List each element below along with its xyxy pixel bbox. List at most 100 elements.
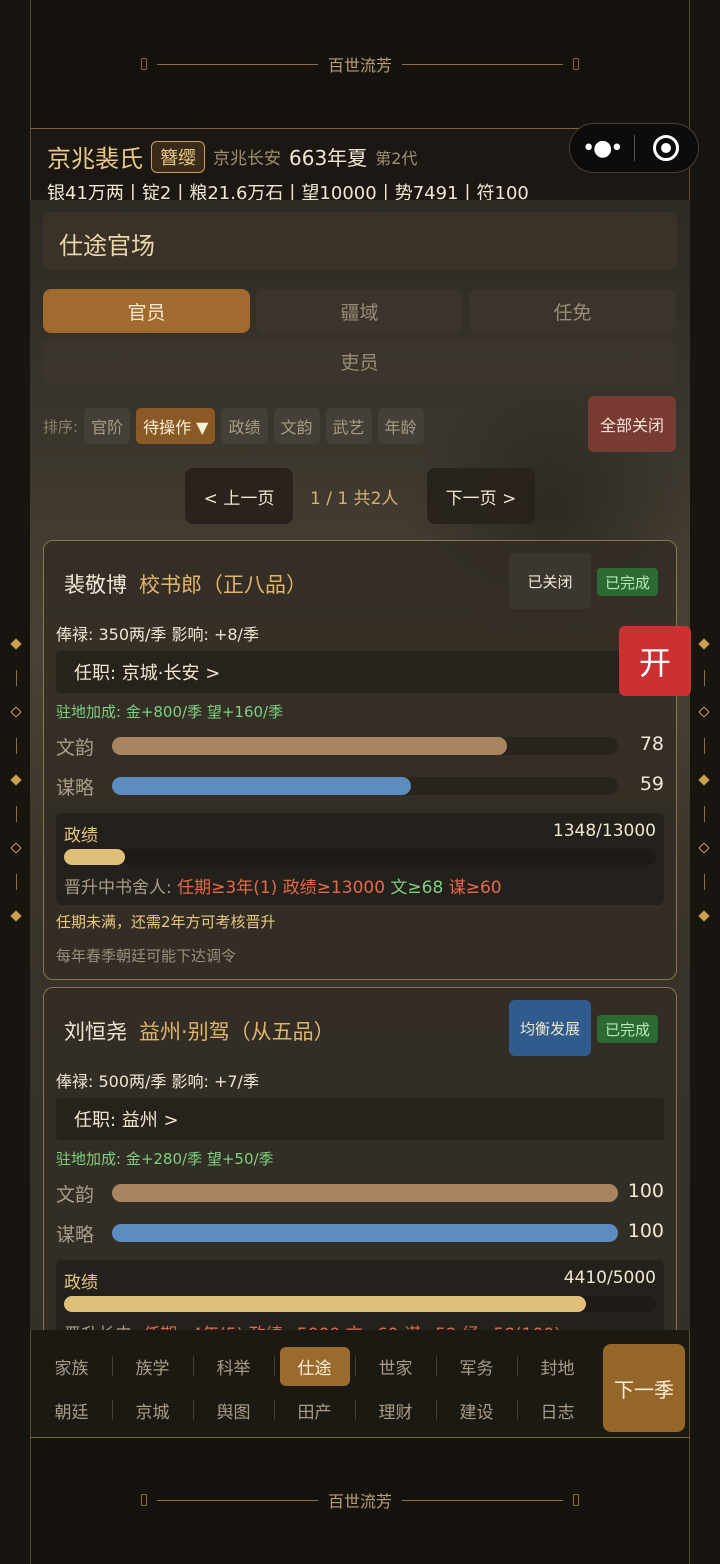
posting-link[interactable]: 任职: 京城·长安 > [56, 651, 664, 693]
banner-cap-icon [573, 1494, 580, 1506]
attr-value-literary: 100 [627, 1180, 664, 1202]
performance-fill [64, 1296, 587, 1312]
sort-label: 排序: [43, 417, 79, 436]
sort-martial[interactable]: 武艺 [325, 408, 372, 444]
more-icon[interactable]: •●• [570, 136, 634, 161]
generation-label: 第2代 [375, 148, 418, 168]
nav-families[interactable]: 世家 [355, 1344, 436, 1388]
nav-court[interactable]: 朝廷 [31, 1388, 112, 1432]
sort-bar: 排序: 官阶 待操作 ▼ 政绩 文韵 武艺 年龄 [43, 408, 424, 444]
attr-fill [112, 737, 507, 755]
attr-label-literary: 文韵 [56, 1184, 95, 1206]
miniprogram-capsule: •●• [569, 123, 699, 173]
status-toggle-button[interactable]: 已关闭 [509, 553, 591, 609]
official-card: 刘恒尧 益州·别驾（从五品） 均衡发展 已完成 俸禄: 500两/季 影响: +7… [43, 987, 677, 1330]
sort-pending[interactable]: 待操作 ▼ [136, 408, 216, 444]
main-content: 仕途官场 官员 疆域 任免 吏员 排序: 官阶 待操作 ▼ 政绩 文韵 武艺 年… [30, 200, 690, 1330]
nav-estate[interactable]: 田产 [274, 1388, 355, 1432]
banner-title: 百世流芳 [328, 1492, 393, 1511]
prev-page-button[interactable]: < 上一页 [185, 468, 293, 524]
location-label: 京兆长安 [213, 149, 281, 169]
nav-school[interactable]: 族学 [112, 1344, 193, 1388]
salary-influence: 俸禄: 500两/季 影响: +7/季 [56, 1072, 259, 1091]
done-badge: 已完成 [597, 1015, 659, 1043]
attr-fill [112, 1184, 618, 1202]
attr-fill [112, 777, 411, 795]
section-title: 仕途官场 [43, 212, 677, 270]
rank-badge: 簪缨 [151, 140, 205, 173]
sort-rank[interactable]: 官阶 [84, 408, 131, 444]
performance-label: 政绩 [64, 1273, 98, 1293]
nav-finance[interactable]: 理财 [355, 1388, 436, 1432]
attr-bar-strategy [112, 777, 618, 795]
promotion-requirement: 任期≥3年(1) [177, 878, 283, 898]
attr-label-literary: 文韵 [56, 737, 95, 759]
done-badge: 已完成 [597, 568, 659, 596]
nav-fief[interactable]: 封地 [517, 1344, 598, 1388]
clan-name: 京兆裴氏 [47, 145, 143, 173]
side-ornament-left [10, 638, 22, 922]
tab-territory[interactable]: 疆域 [256, 289, 463, 333]
attr-fill [112, 1224, 618, 1242]
performance-bar [64, 1296, 656, 1312]
status-toggle-button[interactable]: 均衡发展 [509, 1000, 591, 1056]
attr-label-strategy: 谋略 [56, 1224, 95, 1246]
open-button[interactable]: 开 [619, 626, 691, 696]
attr-label-strategy: 谋略 [56, 777, 95, 799]
promotion-requirement: 谋≥60 [448, 878, 502, 898]
attr-value-literary: 78 [639, 733, 664, 755]
performance-value: 4410/5000 [563, 1268, 656, 1288]
salary-influence: 俸禄: 350两/季 影响: +8/季 [56, 625, 259, 644]
attr-value-strategy: 59 [639, 773, 664, 795]
nav-clan[interactable]: 家族 [31, 1344, 112, 1388]
nav-row-2: 朝廷 京城 舆图 田产 理财 建设 日志 [31, 1388, 598, 1432]
tab-appointment[interactable]: 任免 [469, 289, 676, 333]
nav-row-1: 家族 族学 科举 仕途 世家 军务 封地 [31, 1344, 598, 1388]
app-page: 百世流芳 京兆裴氏 簪缨 京兆长安 663年夏 第2代 银41万两丨锭2丨粮21… [0, 0, 720, 1564]
performance-box: 政绩 1348/13000 晋升中书舍人: 任期≥3年(1) 政绩≥13000 … [56, 813, 664, 905]
close-all-button[interactable]: 全部关闭 [588, 396, 676, 452]
official-card: 裴敬博 校书郎（正八品） 已关闭 已完成 俸禄: 350两/季 影响: +8/季 … [43, 540, 677, 980]
tab-clerks[interactable]: 吏员 [43, 339, 676, 383]
nav-build[interactable]: 建设 [436, 1388, 517, 1432]
promotion-label: 晋升中书舍人: [64, 878, 178, 898]
performance-bar [64, 849, 656, 865]
promotion-requirements: 晋升中书舍人: 任期≥3年(1) 政绩≥13000 文≥68 谋≥60 [64, 873, 502, 898]
top-band: 百世流芳 [30, 0, 690, 128]
close-miniprogram-icon[interactable] [635, 135, 699, 161]
official-post: 益州·别驾（从五品） [139, 1020, 335, 1044]
sort-age[interactable]: 年龄 [377, 408, 424, 444]
banner-cap-icon [573, 58, 580, 70]
official-name: 刘恒尧 [64, 1020, 127, 1044]
promotion-requirement: 政绩≥13000 [282, 878, 391, 898]
bottom-band: 百世流芳 [30, 1438, 690, 1564]
page-info: 1 / 1 共2人 [310, 489, 399, 509]
promotion-requirements: 晋升长史: 任期≥4年(5) 政绩≥5000 文≥60 谋≥52 经≥58(10… [64, 1320, 561, 1330]
nav-career[interactable]: 仕途 [274, 1344, 355, 1388]
promotion-requirement: 文≥68 [390, 878, 449, 898]
performance-label: 政绩 [64, 826, 98, 846]
attr-bar-literary [112, 737, 618, 755]
nav-map[interactable]: 舆图 [193, 1388, 274, 1432]
sort-literary[interactable]: 文韵 [273, 408, 320, 444]
tenure-note: 任期未满，还需2年方可考核晋升 [56, 913, 276, 931]
attr-bar-strategy [112, 1224, 618, 1242]
nav-military[interactable]: 军务 [436, 1344, 517, 1388]
tab-officials[interactable]: 官员 [43, 289, 250, 333]
station-bonus: 驻地加成: 金+800/季 望+160/季 [56, 703, 284, 721]
banner-cap-icon [141, 1494, 147, 1506]
next-season-button[interactable]: 下一季 [603, 1344, 685, 1432]
station-bonus: 驻地加成: 金+280/季 望+50/季 [56, 1150, 274, 1168]
next-page-button[interactable]: 下一页 > [427, 468, 535, 524]
nav-exam[interactable]: 科举 [193, 1344, 274, 1388]
official-name-line: 裴敬博 校书郎（正八品） [64, 569, 307, 599]
top-banner: 百世流芳 [141, 54, 580, 75]
sort-performance[interactable]: 政绩 [221, 408, 268, 444]
nav-log[interactable]: 日志 [517, 1388, 598, 1432]
banner-cap-icon [141, 58, 147, 70]
side-ornament-right [698, 638, 710, 922]
performance-box: 政绩 4410/5000 晋升长史: 任期≥4年(5) 政绩≥5000 文≥60… [56, 1260, 664, 1330]
posting-link[interactable]: 任职: 益州 > [56, 1098, 664, 1140]
performance-fill [64, 849, 126, 865]
nav-capital[interactable]: 京城 [112, 1388, 193, 1432]
